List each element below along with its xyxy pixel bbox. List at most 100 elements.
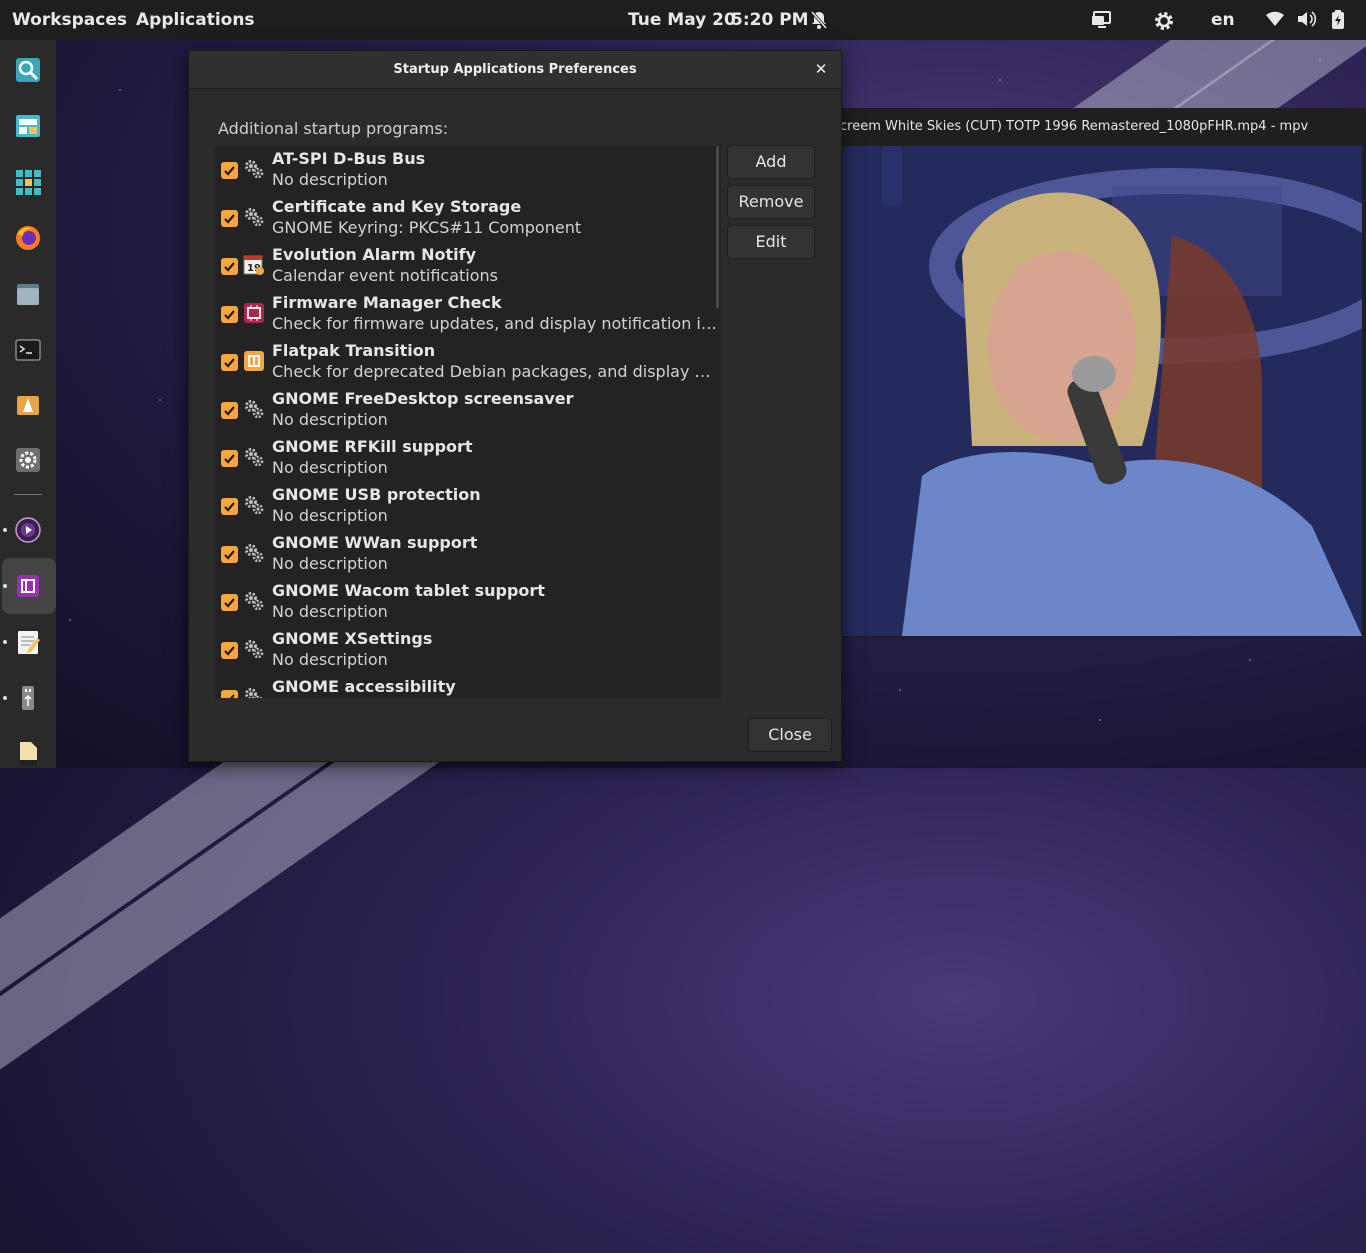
firmware-icon xyxy=(243,302,265,324)
close-button[interactable]: Close xyxy=(748,718,832,752)
battery-icon[interactable] xyxy=(1331,10,1351,30)
item-name: GNOME XSettings xyxy=(272,629,433,648)
item-name: Certificate and Key Storage xyxy=(272,197,522,216)
item-description: No description xyxy=(272,410,388,429)
item-description: GNOME Keyring: PKCS#11 Component xyxy=(272,218,582,237)
language-indicator[interactable]: en xyxy=(1211,0,1235,40)
startup-item[interactable]: GNOME FreeDesktop screensaver No descript… xyxy=(215,386,721,434)
volume-icon[interactable] xyxy=(1296,10,1317,30)
item-description: No description xyxy=(272,170,388,189)
media-player-icon[interactable] xyxy=(14,516,42,544)
item-name: Flatpak Transition xyxy=(272,341,436,360)
gear-icon xyxy=(243,206,265,228)
terminal-icon[interactable] xyxy=(14,336,42,364)
gear-icon xyxy=(243,494,265,516)
startup-item[interactable]: GNOME USB protection No description xyxy=(215,482,721,530)
gear-icon xyxy=(243,590,265,612)
item-name: Evolution Alarm Notify xyxy=(272,245,477,264)
running-indicator xyxy=(3,528,7,532)
enabled-checkbox[interactable] xyxy=(221,450,238,467)
enabled-checkbox[interactable] xyxy=(221,594,238,611)
add-button[interactable]: Add xyxy=(727,145,815,179)
item-name: GNOME Wacom tablet support xyxy=(272,581,545,600)
item-name: GNOME FreeDesktop screensaver xyxy=(272,389,574,408)
item-description: No description xyxy=(272,554,388,573)
item-name: Firmware Manager Check xyxy=(272,293,502,312)
dialog-title: Startup Applications Preferences xyxy=(393,62,637,77)
running-indicator xyxy=(3,696,7,700)
video-scene xyxy=(842,146,1362,636)
item-description: Check for firmware updates, and display … xyxy=(272,314,718,333)
enabled-checkbox[interactable] xyxy=(221,210,238,227)
startup-item[interactable]: AT-SPI D-Bus Bus No description xyxy=(215,146,721,194)
item-name: GNOME RFKill support xyxy=(272,437,473,456)
display-icon[interactable] xyxy=(1091,10,1111,30)
startup-applications-dialog: Startup Applications Preferences ✕ Addit… xyxy=(188,50,842,762)
settings-icon[interactable] xyxy=(1153,10,1173,30)
files-icon[interactable] xyxy=(14,280,42,308)
gear-icon xyxy=(243,638,265,660)
search-icon[interactable] xyxy=(14,56,42,84)
enabled-checkbox[interactable] xyxy=(221,546,238,563)
item-name: GNOME USB protection xyxy=(272,485,481,504)
enabled-checkbox[interactable] xyxy=(221,306,238,323)
text-editor-icon[interactable] xyxy=(14,628,42,656)
enabled-checkbox[interactable] xyxy=(221,258,238,275)
date-label[interactable]: Tue May 20 xyxy=(628,0,736,40)
mpv-titlebar[interactable]: creem White Skies (CUT) TOTP 1996 Remast… xyxy=(838,108,1366,146)
usb-icon[interactable] xyxy=(14,684,42,712)
app-grid-icon[interactable] xyxy=(14,168,42,196)
item-description: Check for deprecated Debian packages, an… xyxy=(272,362,718,381)
applications-button[interactable]: Applications xyxy=(136,0,255,40)
wifi-icon[interactable] xyxy=(1265,10,1285,30)
close-icon[interactable]: ✕ xyxy=(813,61,829,77)
startup-item[interactable]: Flatpak Transition Check for deprecated D… xyxy=(215,338,721,386)
startup-item[interactable]: Certificate and Key Storage GNOME Keyring… xyxy=(215,194,721,242)
time-label[interactable]: 5:20 PM xyxy=(731,0,809,40)
item-description: No description xyxy=(272,602,388,621)
list-scrollbar[interactable] xyxy=(716,146,719,308)
item-description: No description xyxy=(272,458,388,477)
enabled-checkbox[interactable] xyxy=(221,162,238,179)
startup-item[interactable]: GNOME Wacom tablet support No description xyxy=(215,578,721,626)
startup-item[interactable]: Firmware Manager Check Check for firmware… xyxy=(215,290,721,338)
enabled-checkbox[interactable] xyxy=(221,642,238,659)
running-indicator xyxy=(3,640,7,644)
startup-item[interactable]: GNOME WWan support No description xyxy=(215,530,721,578)
gear-icon xyxy=(243,446,265,468)
workspaces-button[interactable]: Workspaces xyxy=(12,0,127,40)
mpv-window[interactable]: creem White Skies (CUT) TOTP 1996 Remast… xyxy=(838,108,1366,638)
enabled-checkbox[interactable] xyxy=(221,402,238,419)
dock-separator xyxy=(14,494,42,495)
app-store-icon[interactable] xyxy=(14,112,42,140)
firefox-icon[interactable] xyxy=(14,224,42,252)
item-description: No description xyxy=(272,506,388,525)
bell-off-icon[interactable] xyxy=(810,10,830,30)
gear-icon xyxy=(243,398,265,420)
enabled-checkbox[interactable] xyxy=(221,498,238,515)
startup-item[interactable]: GNOME accessibility xyxy=(215,674,721,698)
startup-programs-list[interactable]: AT-SPI D-Bus Bus No description Certificat… xyxy=(215,146,721,698)
gear-icon xyxy=(243,542,265,564)
mpv-title: creem White Skies (CUT) TOTP 1996 Remast… xyxy=(840,119,1309,134)
gear-icon xyxy=(243,158,265,180)
enabled-checkbox[interactable] xyxy=(221,690,238,698)
startup-item[interactable]: GNOME XSettings No description xyxy=(215,626,721,674)
settings-icon[interactable] xyxy=(14,446,42,474)
item-name: AT-SPI D-Bus Bus xyxy=(272,149,426,168)
edit-button[interactable]: Edit xyxy=(727,225,815,259)
top-panel: Workspaces Applications Tue May 20 5:20 … xyxy=(0,0,1366,40)
calendar-alarm-icon: 19 xyxy=(243,254,265,276)
startup-item[interactable]: 19 Evolution Alarm Notify Calendar event n… xyxy=(215,242,721,290)
item-description: Calendar event notifications xyxy=(272,266,498,285)
item-name: GNOME WWan support xyxy=(272,533,478,552)
document-icon[interactable] xyxy=(14,740,42,768)
startup-item[interactable]: GNOME RFKill support No description xyxy=(215,434,721,482)
app-icon[interactable] xyxy=(14,390,42,418)
enabled-checkbox[interactable] xyxy=(221,354,238,371)
remove-button[interactable]: Remove xyxy=(727,185,815,219)
video-frame[interactable] xyxy=(842,146,1362,636)
section-label: Additional startup programs: xyxy=(218,119,449,138)
dialog-titlebar[interactable]: Startup Applications Preferences xyxy=(189,51,841,89)
app-icon[interactable] xyxy=(14,572,42,600)
